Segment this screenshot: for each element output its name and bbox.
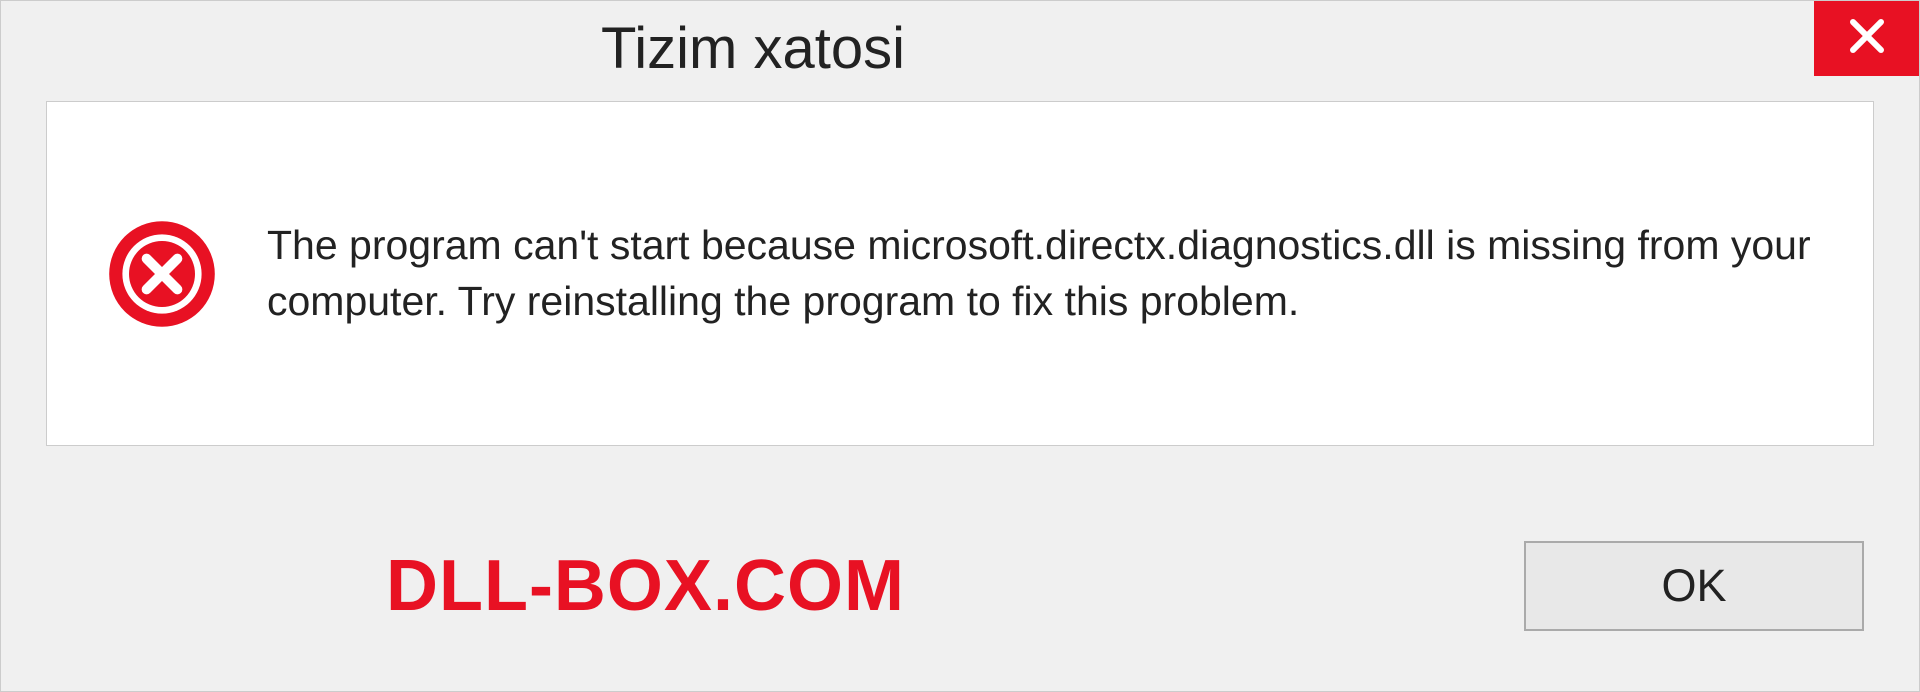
error-message: The program can't start because microsof… <box>267 218 1813 329</box>
ok-button[interactable]: OK <box>1524 541 1864 631</box>
close-button[interactable] <box>1814 1 1919 76</box>
dialog-footer: DLL-BOX.COM OK <box>1 481 1919 691</box>
watermark-text: DLL-BOX.COM <box>386 545 905 627</box>
dialog-titlebar: Tizim xatosi <box>1 1 1919 96</box>
dialog-title: Tizim xatosi <box>601 15 905 82</box>
dialog-content: The program can't start because microsof… <box>46 101 1874 446</box>
close-icon <box>1847 16 1887 61</box>
error-icon <box>107 219 217 329</box>
